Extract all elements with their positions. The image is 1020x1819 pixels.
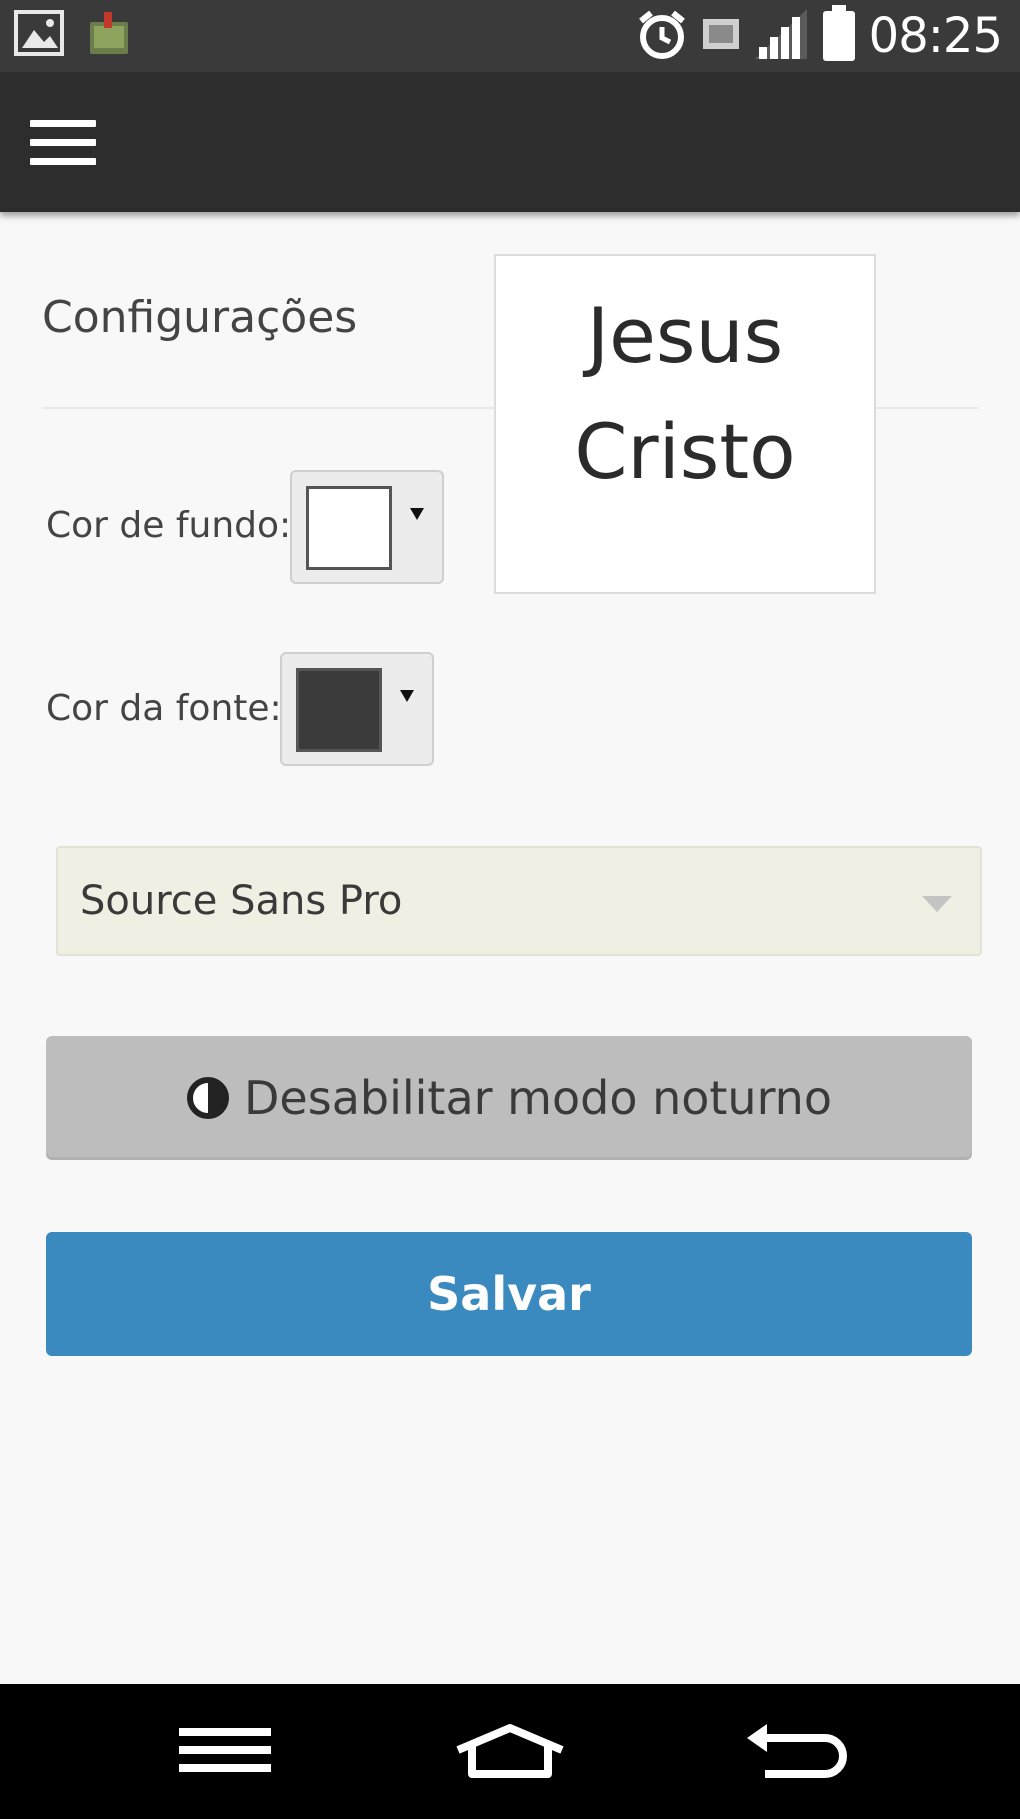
page-title: Configurações (42, 292, 358, 343)
background-color-picker[interactable] (290, 470, 444, 584)
menu-icon[interactable] (170, 1710, 280, 1790)
status-time: 08:25 (868, 8, 1003, 64)
disable-night-mode-button[interactable]: Desabilitar modo noturno (46, 1036, 972, 1160)
font-color-label: Cor da fonte: (46, 688, 282, 729)
back-icon[interactable] (740, 1710, 860, 1790)
night-mode-label: Desabilitar modo noturno (244, 1071, 832, 1125)
preview-line-1: Jesus (586, 291, 784, 380)
save-button[interactable]: Salvar (46, 1232, 972, 1356)
dropdown-arrow-icon (400, 690, 414, 702)
hamburger-menu-icon[interactable] (30, 120, 96, 166)
preview-line-2: Cristo (574, 407, 796, 496)
chevron-down-icon (922, 896, 952, 912)
navigation-bar (0, 1684, 1020, 1819)
alarm-icon (635, 7, 689, 65)
font-family-select[interactable]: Source Sans Pro (56, 846, 982, 956)
save-label: Salvar (427, 1267, 591, 1321)
font-color-swatch (296, 668, 382, 752)
font-select-value: Source Sans Pro (80, 878, 403, 924)
text-preview: Jesus Cristo (494, 254, 876, 594)
battery-icon (821, 5, 857, 67)
background-color-swatch (306, 486, 392, 570)
dropdown-arrow-icon (410, 508, 424, 520)
signal-icon (753, 7, 809, 65)
status-bar-left (14, 10, 132, 60)
home-icon[interactable] (450, 1710, 570, 1790)
contrast-icon (186, 1076, 230, 1120)
background-color-label: Cor de fundo: (46, 505, 292, 546)
font-color-picker[interactable] (280, 652, 434, 766)
status-bar: 08:25 (0, 0, 1020, 72)
image-notification-icon (14, 10, 64, 60)
status-bar-right: 08:25 (635, 5, 1003, 67)
bible-app-icon (86, 10, 132, 60)
sim-icon (701, 17, 741, 55)
app-bar (0, 72, 1020, 212)
